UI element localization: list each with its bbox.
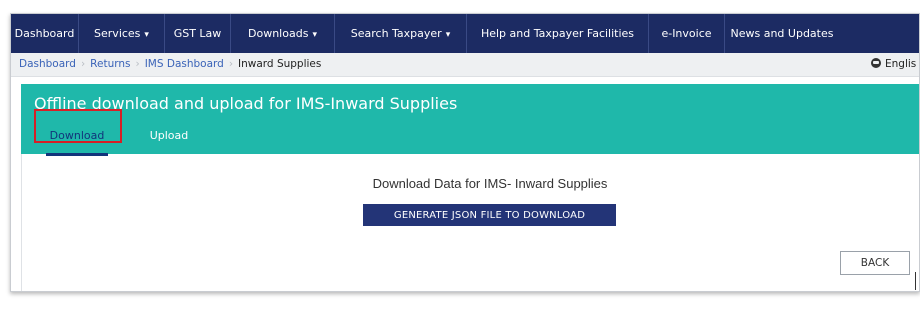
nav-label: Help and Taxpayer Facilities [480,27,635,40]
nav-search-taxpayer[interactable]: Search Taxpayer ▾ [335,14,467,53]
breadcrumb: Dashboard › Returns › IMS Dashboard › Inward S… [11,53,919,77]
panel-header: Offline download and upload for IMS-Inwa… [21,84,919,156]
nav-help-taxpayer-facilities[interactable]: Help and Taxpayer Facilities [467,14,649,53]
breadcrumb-current: Inward Supplies [238,58,322,70]
nav-gst-law[interactable]: GST Law [165,14,231,53]
nav-downloads[interactable]: Downloads ▾ [231,14,335,53]
breadcrumb-separator: › [80,58,86,70]
breadcrumb-returns[interactable]: Returns [90,58,130,70]
nav-services[interactable]: Services ▾ [79,14,165,53]
main-navbar: Dashboard Services ▾ GST Law Downloads ▾ S… [11,14,919,53]
language-label: Englis [885,58,917,70]
breadcrumb-separator: › [228,58,234,70]
nav-label: Search Taxpayer [350,27,442,40]
tab-upload[interactable]: Upload [149,123,189,153]
nav-label: News and Updates [730,27,834,40]
generate-json-button[interactable]: GENERATE JSON FILE TO DOWNLOAD [363,204,616,226]
download-heading: Download Data for IMS- Inward Supplies [372,176,608,191]
chevron-down-icon: ▾ [312,30,317,40]
browser-frame: Dashboard Services ▾ GST Law Downloads ▾ S… [10,13,920,292]
nav-label: Services [94,27,141,40]
download-tab-highlight [34,109,122,143]
nav-label: Dashboard [14,27,75,40]
nav-label: Downloads [248,27,309,40]
breadcrumb-ims-dashboard[interactable]: IMS Dashboard [145,58,224,70]
nav-news-updates[interactable]: News and Updates [725,14,839,53]
breadcrumb-separator: › [135,58,140,70]
nav-e-invoice[interactable]: e-Invoice [649,14,725,53]
globe-icon [871,58,881,68]
download-panel: Download Data for IMS- Inward Supplies G… [21,154,919,291]
text-cursor [915,272,916,290]
nav-label: e-Invoice [661,27,712,40]
nav-dashboard[interactable]: Dashboard [11,14,79,53]
back-button[interactable]: BACK [840,251,910,275]
breadcrumb-trail: Dashboard › Returns › IMS Dashboard › Inward S… [19,53,321,76]
chevron-down-icon: ▾ [445,30,451,40]
nav-label: GST Law [173,27,222,40]
breadcrumb-dashboard[interactable]: Dashboard [19,58,76,70]
language-selector[interactable]: Englis [871,53,916,76]
chevron-down-icon: ▾ [144,30,149,40]
